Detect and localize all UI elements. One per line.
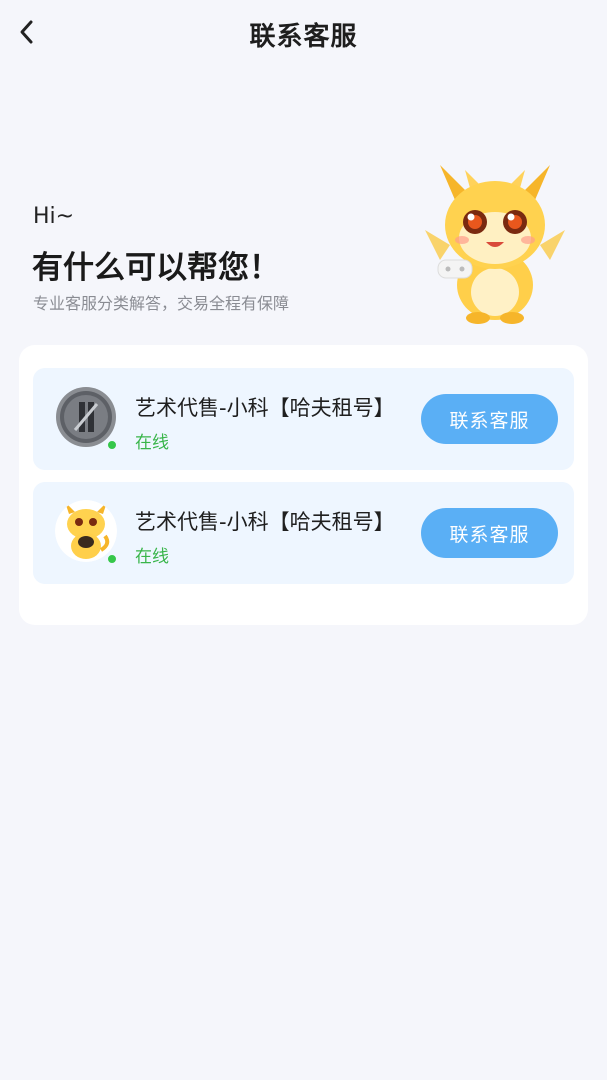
agent-row: 艺术代售-小科【哈夫租号】 在线 联系客服 xyxy=(33,482,574,584)
contact-service-button[interactable]: 联系客服 xyxy=(421,508,558,558)
hero-section: Hi~ 有什么可以帮您！ 专业客服分类解答，交易全程有保障 xyxy=(0,150,607,330)
top-bar: 联系客服 xyxy=(0,0,607,66)
dragon-mascot-image xyxy=(425,165,565,324)
greeting-text: Hi~ xyxy=(33,204,75,229)
contact-service-button[interactable]: 联系客服 xyxy=(421,394,558,444)
agent-status: 在线 xyxy=(135,433,169,453)
headline-text: 有什么可以帮您！ xyxy=(32,250,280,286)
agent-avatar xyxy=(55,500,117,562)
agent-list-card: 艺术代售-小科【哈夫租号】 在线 联系客服 艺术代售-小科【哈夫租号】 在线 联… xyxy=(19,345,588,625)
agent-name: 艺术代售-小科【哈夫租号】 xyxy=(135,510,395,534)
agent-status: 在线 xyxy=(135,547,169,567)
agent-avatar xyxy=(55,386,117,448)
dragon-avatar-icon xyxy=(55,500,117,562)
agent-row: 艺术代售-小科【哈夫租号】 在线 联系客服 xyxy=(33,368,574,470)
agent-name: 艺术代售-小科【哈夫租号】 xyxy=(135,396,395,420)
online-status-dot xyxy=(107,440,117,450)
online-status-dot xyxy=(107,554,117,564)
silver-coin-avatar-icon xyxy=(56,387,116,447)
page-title: 联系客服 xyxy=(249,22,358,52)
subline-text: 专业客服分类解答，交易全程有保障 xyxy=(33,294,290,313)
